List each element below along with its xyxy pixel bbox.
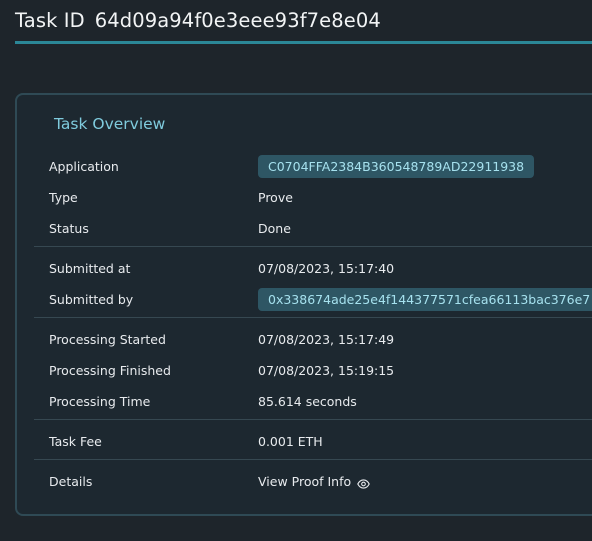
processing-time-value: 85.614 seconds [258, 394, 357, 409]
page-header: Task ID 64d09a94f0e3eee93f7e8e04 [0, 0, 592, 46]
task-fee-value: 0.001 ETH [258, 434, 323, 449]
application-id-chip[interactable]: C0704FFA2384B360548789AD22911938 [258, 155, 535, 178]
application-label: Application [49, 159, 119, 174]
page-title: Task ID 64d09a94f0e3eee93f7e8e04 [15, 9, 381, 32]
details-label: Details [49, 474, 93, 489]
task-fee-label: Task Fee [49, 434, 102, 449]
type-value: Prove [258, 190, 293, 205]
processing-time-label: Processing Time [49, 394, 151, 409]
page-title-label: Task ID [15, 9, 85, 32]
eye-icon [357, 477, 370, 489]
task-id-value: 64d09a94f0e3eee93f7e8e04 [94, 9, 381, 32]
header-underline [15, 41, 592, 44]
processing-finished-value: 07/08/2023, 15:19:15 [258, 363, 395, 378]
card-title: Task Overview [54, 115, 166, 133]
processing-started-label: Processing Started [49, 332, 166, 347]
submitter-address-chip[interactable]: 0x338674ade25e4f144377571cfea66113bac376… [258, 288, 592, 311]
type-label: Type [49, 190, 78, 205]
section-divider [34, 419, 592, 420]
submitted-at-value: 07/08/2023, 15:17:40 [258, 261, 395, 276]
view-proof-info-text: View Proof Info [258, 474, 352, 489]
submitted-at-label: Submitted at [49, 261, 131, 276]
status-label: Status [49, 221, 89, 236]
processing-started-value: 07/08/2023, 15:17:49 [258, 332, 395, 347]
section-divider [34, 317, 592, 318]
status-value: Done [258, 221, 291, 236]
section-divider [34, 246, 592, 247]
section-divider [34, 459, 592, 460]
task-overview-card: Task Overview Application C0704FFA2384B3… [15, 93, 592, 516]
view-proof-info-link[interactable]: View Proof Info [258, 474, 370, 489]
submitted-by-label: Submitted by [49, 292, 134, 307]
processing-finished-label: Processing Finished [49, 363, 171, 378]
